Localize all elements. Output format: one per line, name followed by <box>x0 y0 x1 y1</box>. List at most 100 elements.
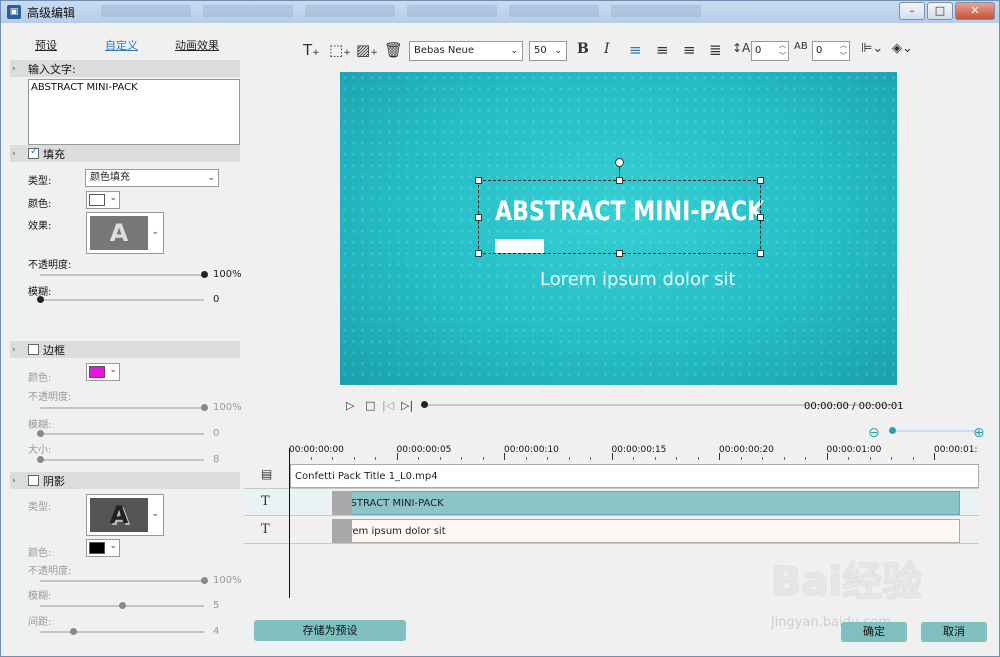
resize-handle-br[interactable] <box>757 250 764 257</box>
tab-animation[interactable]: 动画效果 <box>175 37 219 53</box>
shadow-color-picker[interactable]: ⌄ <box>86 539 120 557</box>
title-clip[interactable]: ABSTRACT MINI-PACK <box>332 491 960 515</box>
resize-handle-tr[interactable] <box>757 177 764 184</box>
align-objects-icon[interactable]: ⊫⌄ <box>861 41 883 56</box>
slider-knob[interactable] <box>37 296 44 303</box>
section-border[interactable]: › 边框 <box>10 341 240 358</box>
fill-color-swatch <box>89 194 105 206</box>
spinner-arrows-icon[interactable]: ︿ ﹀ <box>840 40 847 62</box>
fill-opacity-slider[interactable] <box>40 271 208 278</box>
ruler-minor-tick <box>891 457 892 460</box>
align-right-icon[interactable]: ≡ <box>683 41 696 59</box>
zoom-in-icon[interactable]: ⊕ <box>973 425 985 441</box>
shadow-distance-slider[interactable] <box>40 628 204 635</box>
maximize-button[interactable]: □ <box>927 2 953 20</box>
font-size-select[interactable]: 50 ⌄ <box>529 41 567 61</box>
time-ruler[interactable]: 00:00:00:00 00:00:00:05 00:00:00:10 00:00:0… <box>289 441 979 461</box>
add-image-icon[interactable]: ▨+ <box>356 41 378 59</box>
layers-icon[interactable]: ◈⌄ <box>892 41 913 56</box>
ruler-tick <box>396 453 398 460</box>
resize-handle-bc[interactable] <box>616 250 623 257</box>
chevron-down-icon: ⌄ <box>510 46 518 56</box>
section-fill[interactable]: › 填充 <box>10 145 240 162</box>
selection-box[interactable] <box>475 177 764 257</box>
shadow-checkbox[interactable] <box>28 475 39 486</box>
slider-knob[interactable] <box>201 271 208 278</box>
ghost-tab <box>203 5 293 17</box>
tick-label: 00:00:00:20 <box>719 445 774 455</box>
rotate-handle[interactable] <box>615 158 624 167</box>
border-size-slider[interactable] <box>37 456 204 463</box>
border-color-picker[interactable]: ⌄ <box>86 363 120 381</box>
add-text-icon[interactable]: T+ <box>303 41 320 59</box>
tab-preset[interactable]: 预设 <box>35 37 57 53</box>
italic-button[interactable]: I <box>604 41 610 57</box>
border-checkbox[interactable] <box>28 344 39 355</box>
save-preset-button[interactable]: 存储为预设 <box>254 620 406 641</box>
stop-button[interactable]: □ <box>365 399 375 412</box>
left-settings-panel: 预设 自定义 动画效果 › 输入文字: ABSTRACT MINI-PACK ›… <box>2 24 243 656</box>
slider-knob[interactable] <box>37 430 44 437</box>
fill-checkbox[interactable] <box>28 146 39 159</box>
cancel-button[interactable]: 取消 <box>921 622 987 642</box>
char-spacing-icon: AB <box>794 41 808 52</box>
border-blur-slider[interactable] <box>37 430 204 437</box>
ruler-minor-tick <box>353 457 355 460</box>
video-preview[interactable]: ABSTRACT MINI-PACK Lorem ipsum dolor sit <box>340 72 897 385</box>
slider-knob[interactable] <box>37 456 44 463</box>
prev-frame-button[interactable]: |◁ <box>382 399 394 412</box>
zoom-out-icon[interactable]: ⊖ <box>868 425 880 441</box>
char-spacing-spinner[interactable]: 0 ︿ ﹀ <box>812 41 850 61</box>
fill-effect-picker[interactable]: A ⌄ <box>86 212 164 254</box>
justify-icon[interactable]: ≣ <box>709 41 722 59</box>
progress-knob[interactable] <box>421 401 428 408</box>
subtitle-clip[interactable]: Lorem ipsum dolor sit <box>332 519 960 543</box>
effect-preview-glyph: A <box>90 216 148 250</box>
timeline-playhead[interactable] <box>289 448 290 598</box>
bold-button[interactable]: B <box>577 41 589 57</box>
border-opacity-slider[interactable] <box>40 404 208 411</box>
shadow-type-picker[interactable]: A ⌄ <box>86 494 164 536</box>
delete-icon[interactable]: 🗑 <box>384 41 403 59</box>
slider-knob[interactable] <box>69 628 77 635</box>
align-center-icon[interactable]: ≡ <box>656 41 669 59</box>
slider-knob[interactable] <box>201 577 208 584</box>
fill-type-select[interactable]: 颜色填充 ⌄ <box>85 169 219 187</box>
section-input-text[interactable]: › 输入文字: <box>10 60 240 77</box>
next-frame-button[interactable]: ▷| <box>401 399 413 412</box>
fill-blur-slider[interactable] <box>37 296 204 303</box>
ruler-minor-tick <box>848 457 849 460</box>
shadow-blur-slider[interactable] <box>40 602 204 609</box>
tab-custom[interactable]: 自定义 <box>105 37 138 53</box>
section-shadow[interactable]: › 阴影 <box>10 472 240 489</box>
zoom-slider[interactable] <box>889 427 979 434</box>
resize-handle-tc[interactable] <box>616 177 623 184</box>
resize-handle-tl[interactable] <box>475 177 482 184</box>
resize-handle-ml[interactable] <box>475 214 482 221</box>
ruler-minor-tick <box>869 457 871 460</box>
text-input-area[interactable]: ABSTRACT MINI-PACK <box>28 79 240 145</box>
resize-handle-bl[interactable] <box>475 250 482 257</box>
shadow-opacity-slider[interactable] <box>40 577 208 584</box>
video-clip[interactable]: Confetti Pack Title 1_L0.mp4 <box>290 464 979 488</box>
close-button[interactable]: ✕ <box>955 2 995 20</box>
spinner-arrows-icon[interactable]: ︿ ﹀ <box>779 40 786 62</box>
font-family-select[interactable]: Bebas Neue ⌄ <box>409 41 523 61</box>
tick-label: 00:00:01: <box>934 445 978 455</box>
fill-color-picker[interactable]: ⌄ <box>86 191 120 209</box>
align-left-icon[interactable]: ≡ <box>629 41 642 59</box>
chevron-right-icon: › <box>12 344 16 355</box>
zoom-knob[interactable] <box>889 427 896 434</box>
preview-subtitle-text[interactable]: Lorem ipsum dolor sit <box>540 269 736 290</box>
play-button[interactable]: ▷ <box>346 399 354 412</box>
slider-knob[interactable] <box>119 602 126 609</box>
border-size-label: 大小: <box>28 445 52 456</box>
resize-handle-mr[interactable] <box>757 214 764 221</box>
minimize-button[interactable]: – <box>899 2 925 20</box>
ok-button[interactable]: 确定 <box>841 622 907 642</box>
chevron-right-icon: › <box>12 63 16 74</box>
slider-knob[interactable] <box>201 404 208 411</box>
tick-label: 00:00:00:00 <box>289 445 344 455</box>
line-spacing-spinner[interactable]: 0 ︿ ﹀ <box>751 41 789 61</box>
resize-icon[interactable]: ⬚+ <box>329 41 351 59</box>
